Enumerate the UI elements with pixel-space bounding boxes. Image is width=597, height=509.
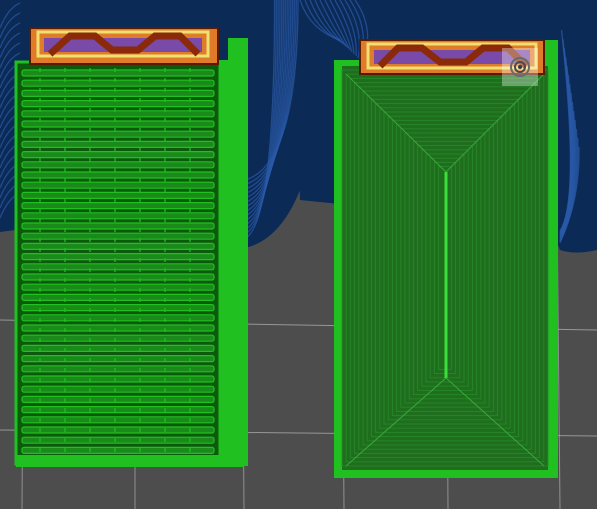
infill-row bbox=[21, 314, 215, 322]
infill-row bbox=[21, 191, 215, 199]
infill-row bbox=[21, 110, 215, 118]
infill-row bbox=[21, 161, 215, 169]
infill-row bbox=[21, 253, 215, 261]
infill-row bbox=[21, 212, 215, 220]
infill-row bbox=[21, 79, 215, 87]
infill-row bbox=[21, 202, 215, 210]
infill-row bbox=[21, 406, 215, 414]
infill-row bbox=[21, 334, 215, 342]
infill-row bbox=[21, 416, 215, 424]
infill-row bbox=[21, 344, 215, 352]
infill-row bbox=[21, 242, 215, 250]
infill-row bbox=[21, 171, 215, 179]
infill-row bbox=[21, 304, 215, 312]
infill-row bbox=[21, 263, 215, 271]
infill-row bbox=[21, 222, 215, 230]
infill-row bbox=[21, 273, 215, 281]
part-right[interactable] bbox=[334, 39, 558, 478]
infill-row bbox=[21, 89, 215, 98]
infill-row bbox=[21, 120, 215, 128]
infill-row bbox=[21, 355, 215, 363]
infill-row bbox=[21, 130, 215, 138]
infill-row bbox=[21, 140, 215, 148]
infill-row bbox=[21, 181, 215, 189]
3d-viewport[interactable] bbox=[0, 0, 597, 509]
infill-row bbox=[21, 375, 215, 383]
infill-row bbox=[21, 293, 215, 301]
infill-row bbox=[21, 324, 215, 332]
rotate-gizmo-icon[interactable] bbox=[502, 48, 538, 86]
infill-row bbox=[21, 283, 215, 291]
infill-row bbox=[21, 426, 215, 434]
infill-row bbox=[21, 99, 215, 108]
infill-row bbox=[21, 69, 215, 77]
infill-row bbox=[21, 151, 215, 159]
part-left[interactable] bbox=[14, 27, 248, 467]
infill-row bbox=[21, 365, 215, 373]
infill-row bbox=[21, 232, 215, 240]
infill-row bbox=[21, 385, 215, 393]
gizmo-center bbox=[518, 65, 522, 69]
infill-row bbox=[21, 436, 215, 444]
bottom-perimeter bbox=[16, 455, 244, 467]
gcode-preview-canvas[interactable] bbox=[0, 0, 597, 509]
infill-row bbox=[21, 446, 215, 454]
infill-row bbox=[21, 395, 215, 403]
